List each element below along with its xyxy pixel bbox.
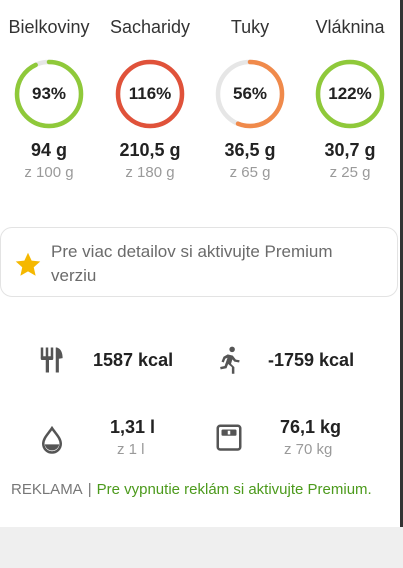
running-person-icon xyxy=(220,346,240,374)
progress-ring: 93% xyxy=(13,58,85,130)
macro-value: 36,5 g xyxy=(224,140,276,160)
macro-goal: z 65 g xyxy=(229,164,271,181)
progress-ring: 116% xyxy=(114,58,186,130)
macro-value: 94 g xyxy=(30,140,68,160)
macro-name: Vláknina xyxy=(315,17,385,37)
water-goal: z 1 l xyxy=(117,441,145,458)
food-calories-value: 1587 kcal xyxy=(93,350,174,370)
macro-value: 30,7 g xyxy=(324,140,376,160)
macro-percent: 116% xyxy=(128,84,172,103)
macro-value: 210,5 g xyxy=(119,140,181,160)
macros-summary: Bielkoviny 93% 94 g z 100 g Sacharidy 11… xyxy=(0,0,403,200)
macro-percent: 122% xyxy=(328,84,372,103)
weight-value: 76,1 kg xyxy=(280,417,342,437)
ad-notice: REKLAMA | Pre vypnutie reklám si aktivujte… xyxy=(11,481,372,498)
fork-knife-icon xyxy=(40,347,63,373)
macro-goal: z 100 g xyxy=(24,164,74,181)
bottom-bar xyxy=(0,527,403,568)
food-calories[interactable]: 1587 kcal xyxy=(0,330,200,390)
macro-percent: 56% xyxy=(232,84,268,103)
activity-calories[interactable]: -1759 kcal xyxy=(200,330,400,390)
remove-ads-link[interactable]: Pre vypnutie reklám si aktivujte Premium… xyxy=(97,481,372,498)
water-value: 1,31 l xyxy=(110,417,156,437)
progress-ring: 56% xyxy=(214,58,286,130)
star-icon xyxy=(15,252,41,276)
activity-calories-value: -1759 kcal xyxy=(268,350,355,370)
water-intake[interactable]: 1,31 l z 1 l xyxy=(0,410,200,470)
macro-name: Sacharidy xyxy=(109,17,191,37)
water-drop-icon xyxy=(41,425,63,454)
scale-icon xyxy=(216,424,242,451)
macro-goal: z 180 g xyxy=(125,164,175,181)
macro-goal: z 25 g xyxy=(329,164,371,181)
ad-label: REKLAMA xyxy=(11,481,83,498)
progress-ring: 122% xyxy=(314,58,386,130)
body-weight[interactable]: 76,1 kg z 70 kg xyxy=(200,410,400,470)
weight-goal: z 70 kg xyxy=(284,441,333,458)
macro-name: Bielkoviny xyxy=(8,17,90,37)
macro-name: Tuky xyxy=(230,17,270,37)
premium-banner[interactable]: Pre viac detailov si aktivujte Premium v… xyxy=(0,227,398,297)
premium-message: Pre viac detailov si aktivujte Premium v… xyxy=(51,242,333,285)
macro-percent: 93% xyxy=(31,84,67,103)
ad-separator: | xyxy=(87,481,92,498)
